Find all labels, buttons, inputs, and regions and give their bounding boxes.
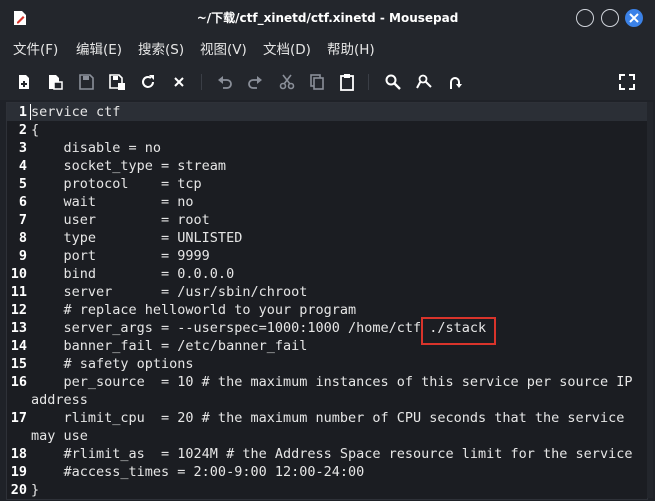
line-text: { (31, 122, 40, 138)
editor-line[interactable]: 16 per_source = 10 # the maximum instanc… (7, 373, 647, 391)
toolbar-separator (201, 74, 202, 90)
line-number: 4 (18, 158, 27, 174)
editor-line[interactable]: 10 bind = 0.0.0.0 (7, 265, 647, 283)
redo-icon[interactable] (246, 73, 264, 91)
line-text: service ctf (31, 104, 121, 120)
editor-line[interactable]: 6 wait = no (7, 193, 647, 211)
line-text: server = /usr/sbin/chroot (31, 284, 308, 300)
line-text: port = 9999 (31, 248, 210, 264)
menu-search[interactable]: 搜索(S) (138, 36, 184, 64)
line-text: may use (31, 428, 88, 444)
line-text: wait = no (31, 194, 194, 210)
menu-edit[interactable]: 编辑(E) (76, 36, 122, 64)
line-text: user = root (31, 212, 210, 228)
line-text: banner_fail = /etc/banner_fail (31, 338, 308, 354)
maximize-icon[interactable] (601, 9, 619, 27)
editor-line[interactable]: 14 banner_fail = /etc/banner_fail (7, 337, 647, 355)
line-number: 16 (10, 374, 27, 390)
line-text: disable = no (31, 140, 162, 156)
line-number: 10 (10, 266, 27, 282)
line-number: 5 (18, 176, 27, 192)
editor-line[interactable]: 7 user = root (7, 211, 647, 229)
editor-line[interactable]: 5 protocol = tcp (7, 175, 647, 193)
editor-line[interactable]: 2{ (7, 121, 647, 139)
new-window-icon[interactable] (46, 73, 64, 91)
line-text: } (31, 482, 40, 498)
line-text: server_args = --userspec=1000:1000 /home… (31, 320, 487, 336)
line-number: 2 (18, 122, 27, 138)
line-number: 14 (10, 338, 27, 354)
menu-document[interactable]: 文档(D) (263, 36, 311, 64)
editor-line[interactable]: 15 # safety options (7, 355, 647, 373)
fullscreen-icon[interactable] (618, 73, 636, 91)
line-number: 1 (18, 104, 27, 120)
line-number: 9 (18, 248, 27, 264)
editor-line[interactable]: 4 socket_type = stream (7, 157, 647, 175)
paste-icon[interactable] (338, 73, 356, 91)
editor-line[interactable]: 1 service ctf (7, 103, 647, 121)
editor-line[interactable]: 13 server_args = --userspec=1000:1000 /h… (7, 319, 647, 337)
line-text: #rlimit_as = 1024M # the Address Space r… (31, 446, 633, 462)
editor-line[interactable]: may use (7, 427, 647, 445)
line-number: 11 (10, 284, 27, 300)
cut-icon[interactable] (278, 73, 296, 91)
window-title: ~/下载/ctf_xinetd/ctf.xinetd - Mousepad (196, 11, 459, 25)
text-cursor (30, 104, 31, 120)
line-text: #access_times = 2:00-9:00 12:00-24:00 (31, 464, 365, 480)
editor-line[interactable]: address (7, 391, 647, 409)
save-icon[interactable] (77, 73, 95, 91)
minimize-icon[interactable] (576, 9, 594, 27)
line-text: # safety options (31, 356, 194, 372)
menu-bar: 文件(F) 编辑(E) 搜索(S) 视图(V) 文档(D) 帮助(H) (0, 36, 655, 64)
line-number: 19 (10, 464, 27, 480)
menu-help[interactable]: 帮助(H) (327, 36, 375, 64)
editor-line[interactable]: 3 disable = no (7, 139, 647, 157)
menu-view[interactable]: 视图(V) (200, 36, 247, 64)
find-icon[interactable] (384, 73, 402, 91)
line-text: address (31, 392, 88, 408)
line-text: bind = 0.0.0.0 (31, 266, 235, 282)
editor-line[interactable]: 20} (7, 481, 647, 499)
annotation-box (421, 317, 496, 345)
line-text: type = UNLISTED (31, 230, 243, 246)
editor-line[interactable]: 8 type = UNLISTED (7, 229, 647, 247)
editor-line[interactable]: 19 #access_times = 2:00-9:00 12:00-24:00 (7, 463, 647, 481)
close-icon[interactable] (625, 9, 643, 27)
text-editor[interactable]: 1 service ctf 2{3 disable = no 4 socket_typ… (6, 102, 648, 500)
editor-line[interactable]: 12 # replace helloworld to your program (7, 301, 647, 319)
go-to-line-icon[interactable] (446, 73, 464, 91)
line-number: 15 (10, 356, 27, 372)
line-number: 13 (10, 320, 27, 336)
find-replace-icon[interactable] (415, 73, 433, 91)
toolbar-separator (368, 74, 369, 90)
editor-line[interactable]: 17 rlimit_cpu = 20 # the maximum number … (7, 409, 647, 427)
line-number: 20 (10, 482, 27, 498)
copy-icon[interactable] (308, 73, 326, 91)
close-tab-icon[interactable] (170, 73, 188, 91)
save-as-icon[interactable] (108, 73, 126, 91)
editor-line[interactable]: 9 port = 9999 (7, 247, 647, 265)
line-text: protocol = tcp (31, 176, 202, 192)
line-number: 17 (10, 410, 27, 426)
new-document-icon[interactable] (15, 73, 33, 91)
line-number: 12 (10, 302, 27, 318)
line-text: rlimit_cpu = 20 # the maximum number of … (31, 410, 625, 426)
vertical-scrollbar[interactable] (647, 102, 653, 498)
line-text: per_source = 10 # the maximum instances … (31, 374, 633, 390)
editor-line[interactable]: 18 #rlimit_as = 1024M # the Address Spac… (7, 445, 647, 463)
line-number: 6 (18, 194, 27, 210)
undo-icon[interactable] (216, 73, 234, 91)
editor-line[interactable]: 11 server = /usr/sbin/chroot (7, 283, 647, 301)
title-bar: ~/下载/ctf_xinetd/ctf.xinetd - Mousepad (0, 0, 655, 36)
line-number: 7 (18, 212, 27, 228)
reload-icon[interactable] (139, 73, 157, 91)
line-number: 8 (18, 230, 27, 246)
line-text: # replace helloworld to your program (31, 302, 357, 318)
line-number: 18 (10, 446, 27, 462)
menu-file[interactable]: 文件(F) (13, 36, 58, 64)
line-text: socket_type = stream (31, 158, 227, 174)
toolbar (0, 64, 655, 100)
line-number: 3 (18, 140, 27, 156)
